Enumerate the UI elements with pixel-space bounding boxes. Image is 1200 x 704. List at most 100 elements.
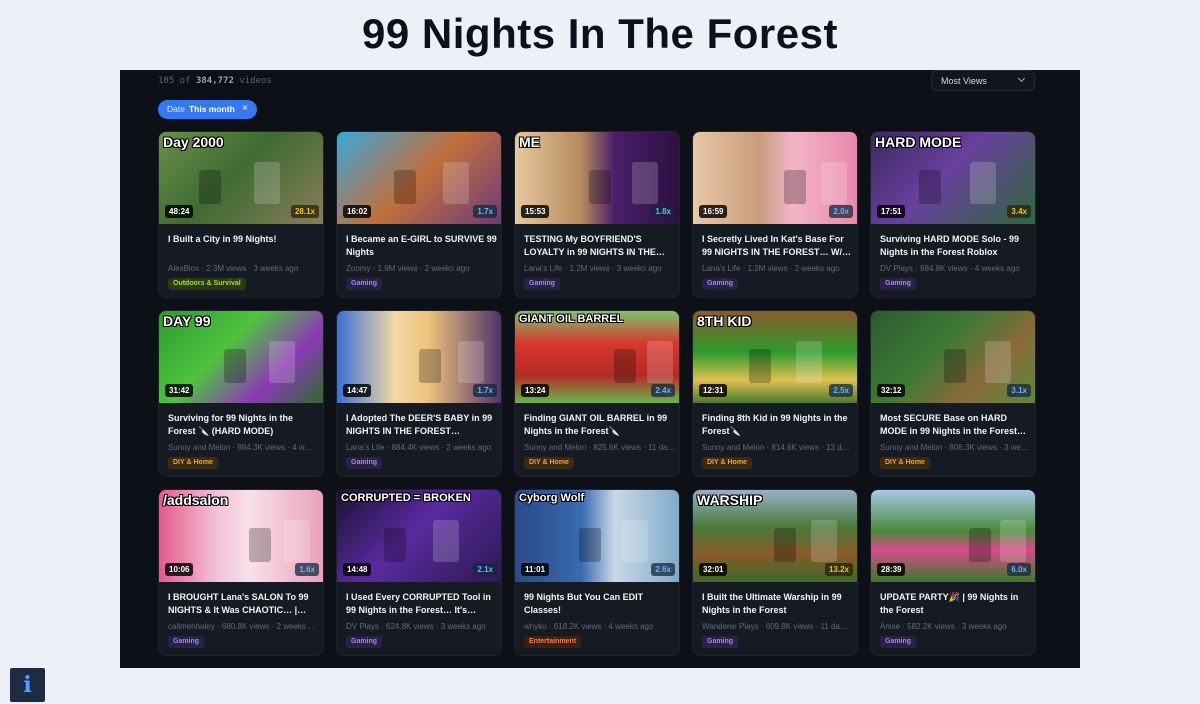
video-card[interactable]: 8TH KID 12:31 2.5x Finding 8th Kid in 99 Ni…: [692, 310, 858, 477]
category-tag[interactable]: Entertainment: [524, 636, 582, 648]
video-thumbnail[interactable]: GIANT OIL BARREL 13:24 2.4x: [515, 311, 679, 403]
video-thumbnail[interactable]: DAY 99 31:42: [159, 311, 323, 403]
video-title[interactable]: Most SECURE Base on HARD MODE in 99 Nigh…: [880, 412, 1032, 437]
sort-dropdown[interactable]: Most Views: [931, 70, 1035, 91]
channel-name[interactable]: Lana's Life: [346, 443, 384, 452]
channel-name[interactable]: whyku: [524, 622, 547, 631]
channel-name[interactable]: DV Plays: [880, 264, 913, 273]
video-title[interactable]: Surviving for 99 Nights in the Forest 🔪 …: [168, 412, 320, 437]
meta-separator: ·: [912, 264, 921, 273]
category-tag[interactable]: Gaming: [880, 636, 917, 648]
meta-separator: ·: [996, 443, 1005, 452]
video-title[interactable]: I Used Every CORRUPTED Tool in 99 Nights…: [346, 591, 498, 616]
video-title[interactable]: I BROUGHT Lana's SALON To 99 NIGHTS & It…: [168, 591, 320, 616]
video-card[interactable]: ME 15:53 1.8x TESTING My BOYFRIEND'S LOYALT…: [514, 131, 680, 298]
video-thumbnail[interactable]: HARD MODE 17:51 3.4x: [871, 132, 1035, 224]
video-card[interactable]: 28:39 6.0x UPDATE PARTY🎉 | 99 Nights in th…: [870, 489, 1036, 656]
view-count: 984.3K views: [237, 443, 285, 452]
info-icon[interactable]: i: [10, 668, 45, 702]
category-tag[interactable]: DIY & Home: [880, 457, 930, 469]
video-title[interactable]: Finding 8th Kid in 99 Nights in the Fore…: [702, 412, 854, 437]
thumbnail-figure: [811, 520, 837, 562]
video-title[interactable]: I Became an E-GIRL to SURVIVE 99 Nights: [346, 233, 498, 258]
channel-name[interactable]: Sunny and Melon: [168, 443, 230, 452]
view-count: 582.2K views: [907, 622, 955, 631]
video-card[interactable]: DAY 99 31:42 Surviving for 99 Nights in th…: [158, 310, 324, 477]
video-card[interactable]: HARD MODE 17:51 3.4x Surviving HARD MODE So…: [870, 131, 1036, 298]
close-icon[interactable]: ×: [242, 103, 248, 114]
video-thumbnail[interactable]: ME 15:53 1.8x: [515, 132, 679, 224]
category-tag[interactable]: Gaming: [702, 636, 739, 648]
video-title[interactable]: I Built a City in 99 Nights!: [168, 233, 320, 258]
category-tag[interactable]: Gaming: [168, 636, 205, 648]
video-thumbnail[interactable]: CORRUPTED = BROKEN 14:48 2.1x: [337, 490, 501, 582]
channel-name[interactable]: Lana's Life: [702, 264, 740, 273]
view-count: 609.8K views: [765, 622, 814, 631]
video-title[interactable]: I Secretly Lived In Kat's Base For 99 NI…: [702, 233, 854, 258]
thumbnail-figure: [224, 349, 246, 383]
view-multiplier-badge: 3.1x: [1007, 384, 1031, 397]
video-card[interactable]: /addsalon 10:06 1.6x I BROUGHT Lana's SALON…: [158, 489, 324, 656]
category-tag[interactable]: Gaming: [702, 278, 739, 290]
category-tag[interactable]: DIY & Home: [702, 457, 752, 469]
thumbnail-figure: [433, 520, 459, 562]
video-card[interactable]: WARSHIP 32:01 13.2x I Built the Ultimate Wa…: [692, 489, 858, 656]
category-tag[interactable]: DIY & Home: [524, 457, 574, 469]
view-multiplier-badge: 2.4x: [651, 384, 675, 397]
date-filter-chip[interactable]: Date This month ×: [158, 100, 257, 119]
meta-separator: ·: [818, 443, 827, 452]
view-count: 1.9M views: [377, 264, 418, 273]
view-count: 624.8K views: [386, 622, 434, 631]
thumbnail-figure: [1000, 520, 1026, 562]
channel-name[interactable]: AlexBlox: [168, 264, 199, 273]
video-thumbnail[interactable]: /addsalon 10:06 1.6x: [159, 490, 323, 582]
category-tag[interactable]: Gaming: [524, 278, 561, 290]
video-title[interactable]: 99 Nights But You Can EDIT Classes!: [524, 591, 676, 616]
category-tag[interactable]: Gaming: [346, 457, 383, 469]
video-title[interactable]: Finding GIANT OIL BARREL in 99 Nights in…: [524, 412, 676, 437]
channel-name[interactable]: Lana's Life: [524, 264, 562, 273]
video-title[interactable]: I Built the Ultimate Warship in 99 Night…: [702, 591, 854, 616]
video-title[interactable]: UPDATE PARTY🎉 | 99 Nights in the Forest: [880, 591, 1032, 616]
category-tag[interactable]: Gaming: [346, 636, 383, 648]
video-thumbnail[interactable]: 8TH KID 12:31 2.5x: [693, 311, 857, 403]
video-card[interactable]: Day 2000 48:24 28.1x I Built a City in 99 N…: [158, 131, 324, 298]
video-card[interactable]: 32:12 3.1x Most SECURE Base on HARD MODE i…: [870, 310, 1036, 477]
video-thumbnail[interactable]: Cyborg Wolf 11:01 2.6x: [515, 490, 679, 582]
channel-name[interactable]: Zoomy: [346, 264, 370, 273]
upload-age: 2 weeks ago: [794, 264, 840, 273]
category-tag[interactable]: Outdoors & Survival: [168, 278, 246, 290]
category-tag[interactable]: Gaming: [880, 278, 917, 290]
duration-badge: 48:24: [165, 205, 194, 218]
channel-name[interactable]: Sunny and Melon: [702, 443, 764, 452]
video-title[interactable]: I Adopted The DEER'S BABY in 99 NIGHTS I…: [346, 412, 498, 437]
video-thumbnail[interactable]: 16:59 2.0x: [693, 132, 857, 224]
video-card[interactable]: CORRUPTED = BROKEN 14:48 2.1x I Used Every …: [336, 489, 502, 656]
video-card[interactable]: 16:02 1.7x I Became an E-GIRL to SURVIVE 9…: [336, 131, 502, 298]
video-thumbnail[interactable]: 14:47 1.7x: [337, 311, 501, 403]
view-count: 814.6K views: [771, 443, 819, 452]
video-thumbnail[interactable]: Day 2000 48:24 28.1x: [159, 132, 323, 224]
video-card[interactable]: 16:59 2.0x I Secretly Lived In Kat's Base …: [692, 131, 858, 298]
video-title[interactable]: TESTING My BOYFRIEND'S LOYALTY in 99 NIG…: [524, 233, 676, 258]
meta-separator: ·: [214, 622, 222, 631]
category-tag[interactable]: Gaming: [346, 278, 383, 290]
video-thumbnail[interactable]: 16:02 1.7x: [337, 132, 501, 224]
channel-name[interactable]: Sunny and Melon: [524, 443, 586, 452]
channel-name[interactable]: Sunny and Melon: [880, 443, 942, 452]
video-card[interactable]: 14:47 1.7x I Adopted The DEER'S BABY in 99…: [336, 310, 502, 477]
channel-name[interactable]: Anise: [880, 622, 900, 631]
channel-name[interactable]: callmehhaley: [168, 622, 215, 631]
video-title[interactable]: Surviving HARD MODE Solo - 99 Nights in …: [880, 233, 1032, 258]
thumbnail-figure: [394, 170, 416, 204]
upload-age: 4 weeks ago: [974, 264, 1020, 273]
channel-name[interactable]: Wanderer Plays: [702, 622, 759, 631]
video-thumbnail[interactable]: WARSHIP 32:01 13.2x: [693, 490, 857, 582]
category-tag[interactable]: DIY & Home: [168, 457, 218, 469]
duration-badge: 31:42: [165, 384, 194, 397]
video-card[interactable]: Cyborg Wolf 11:01 2.6x 99 Nights But You Ca…: [514, 489, 680, 656]
channel-name[interactable]: DV Plays: [346, 622, 379, 631]
video-card[interactable]: GIANT OIL BARREL 13:24 2.4x Finding GIANT O…: [514, 310, 680, 477]
video-thumbnail[interactable]: 32:12 3.1x: [871, 311, 1035, 403]
video-thumbnail[interactable]: 28:39 6.0x: [871, 490, 1035, 582]
